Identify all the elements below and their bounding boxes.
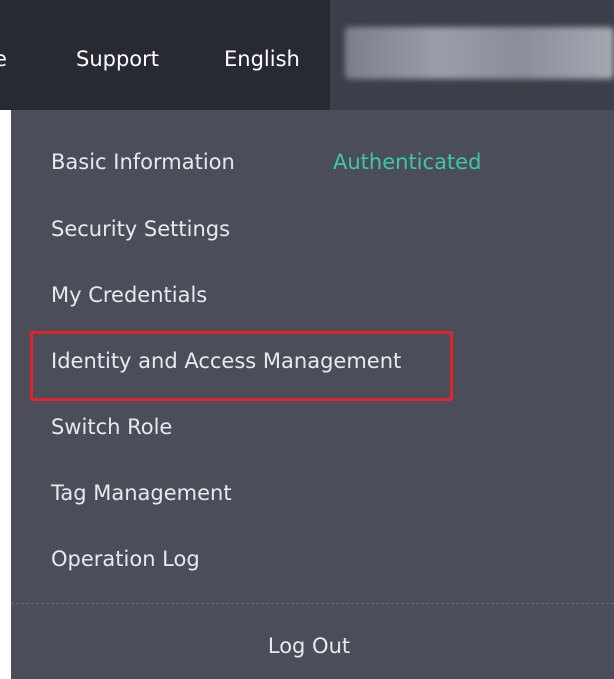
nav-item-partial[interactable]: e [0, 44, 8, 74]
console-window: e Support English Basic Information Auth… [0, 0, 614, 679]
menu-item-tag-management[interactable]: Tag Management [51, 478, 232, 508]
menu-item-security-settings[interactable]: Security Settings [51, 214, 230, 244]
nav-language-selector[interactable]: English [224, 44, 300, 74]
menu-item-identity-and-access-management[interactable]: Identity and Access Management [51, 346, 401, 376]
logout-button[interactable]: Log Out [11, 631, 607, 661]
account-dropdown-menu: Basic Information Authenticated Security… [11, 110, 614, 679]
menu-item-switch-role[interactable]: Switch Role [51, 412, 172, 442]
menu-item-operation-log[interactable]: Operation Log [51, 544, 200, 574]
top-navigation-left: e Support English [0, 0, 330, 110]
nav-support-link[interactable]: Support [76, 44, 159, 74]
top-navigation-bar: e Support English [0, 0, 614, 110]
authentication-status-badge: Authenticated [333, 150, 482, 174]
menu-divider [11, 603, 614, 604]
menu-item-my-credentials[interactable]: My Credentials [51, 280, 207, 310]
account-name-blurred[interactable] [345, 27, 614, 79]
menu-item-basic-information[interactable]: Basic Information [51, 147, 235, 177]
